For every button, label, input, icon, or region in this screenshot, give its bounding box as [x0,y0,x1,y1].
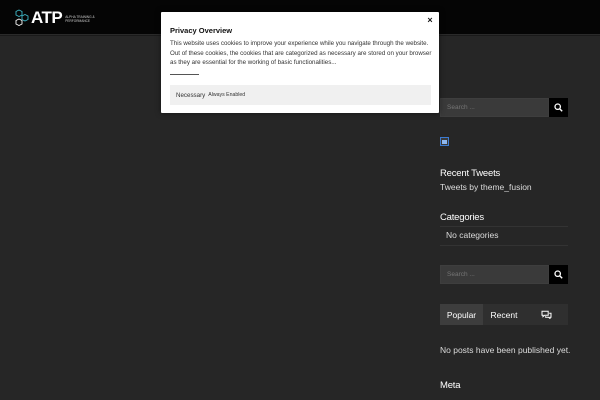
logo-tagline: ALPHA TRAINING & PERFORMANCE [65,15,94,23]
categories-divider [440,226,568,227]
categories-empty-text: No categories [446,230,499,240]
tweets-link[interactable]: Tweets by theme_fusion [440,182,532,192]
show-more-divider [170,74,199,75]
logo-tagline-line2: PERFORMANCE [65,18,91,23]
search-icon [554,270,563,279]
sidebar-search-2 [440,265,568,284]
privacy-overview-modal: Privacy Overview × This website uses coo… [161,12,439,113]
categories-divider-bottom [440,245,568,246]
tab-recent[interactable]: Recent [483,304,525,325]
tab-comments[interactable] [525,304,568,325]
search-icon [554,103,563,112]
posts-tabs: Popular Recent [440,304,568,325]
site-logo[interactable]: ATP ALPHA TRAINING & PERFORMANCE [15,8,95,28]
necessary-cookies-row[interactable]: Necessary Always Enabled [170,85,431,105]
modal-title: Privacy Overview [170,26,233,35]
search-button[interactable] [549,98,568,117]
search-input[interactable] [440,98,549,117]
tab-popular[interactable]: Popular [440,304,483,325]
close-icon[interactable]: × [425,15,435,25]
meta-title: Meta [440,380,461,391]
broken-image-icon [440,137,449,146]
search-button-2[interactable] [549,265,568,284]
logo-text: ATP [31,8,63,27]
search-input-2[interactable] [440,265,549,284]
necessary-label: Necessary [176,91,206,99]
comments-icon [541,310,552,319]
sidebar-search [440,98,568,117]
always-enabled-badge: Always Enabled [208,92,246,98]
categories-title: Categories [440,212,484,223]
hexagon-logo-icon [15,9,29,27]
modal-body-text: This website uses cookies to improve you… [170,40,432,66]
no-posts-text: No posts have been published yet. [440,345,571,355]
logo-tagline-line1: ALPHA TRAINING & [65,14,95,19]
recent-tweets-title: Recent Tweets [440,168,501,179]
